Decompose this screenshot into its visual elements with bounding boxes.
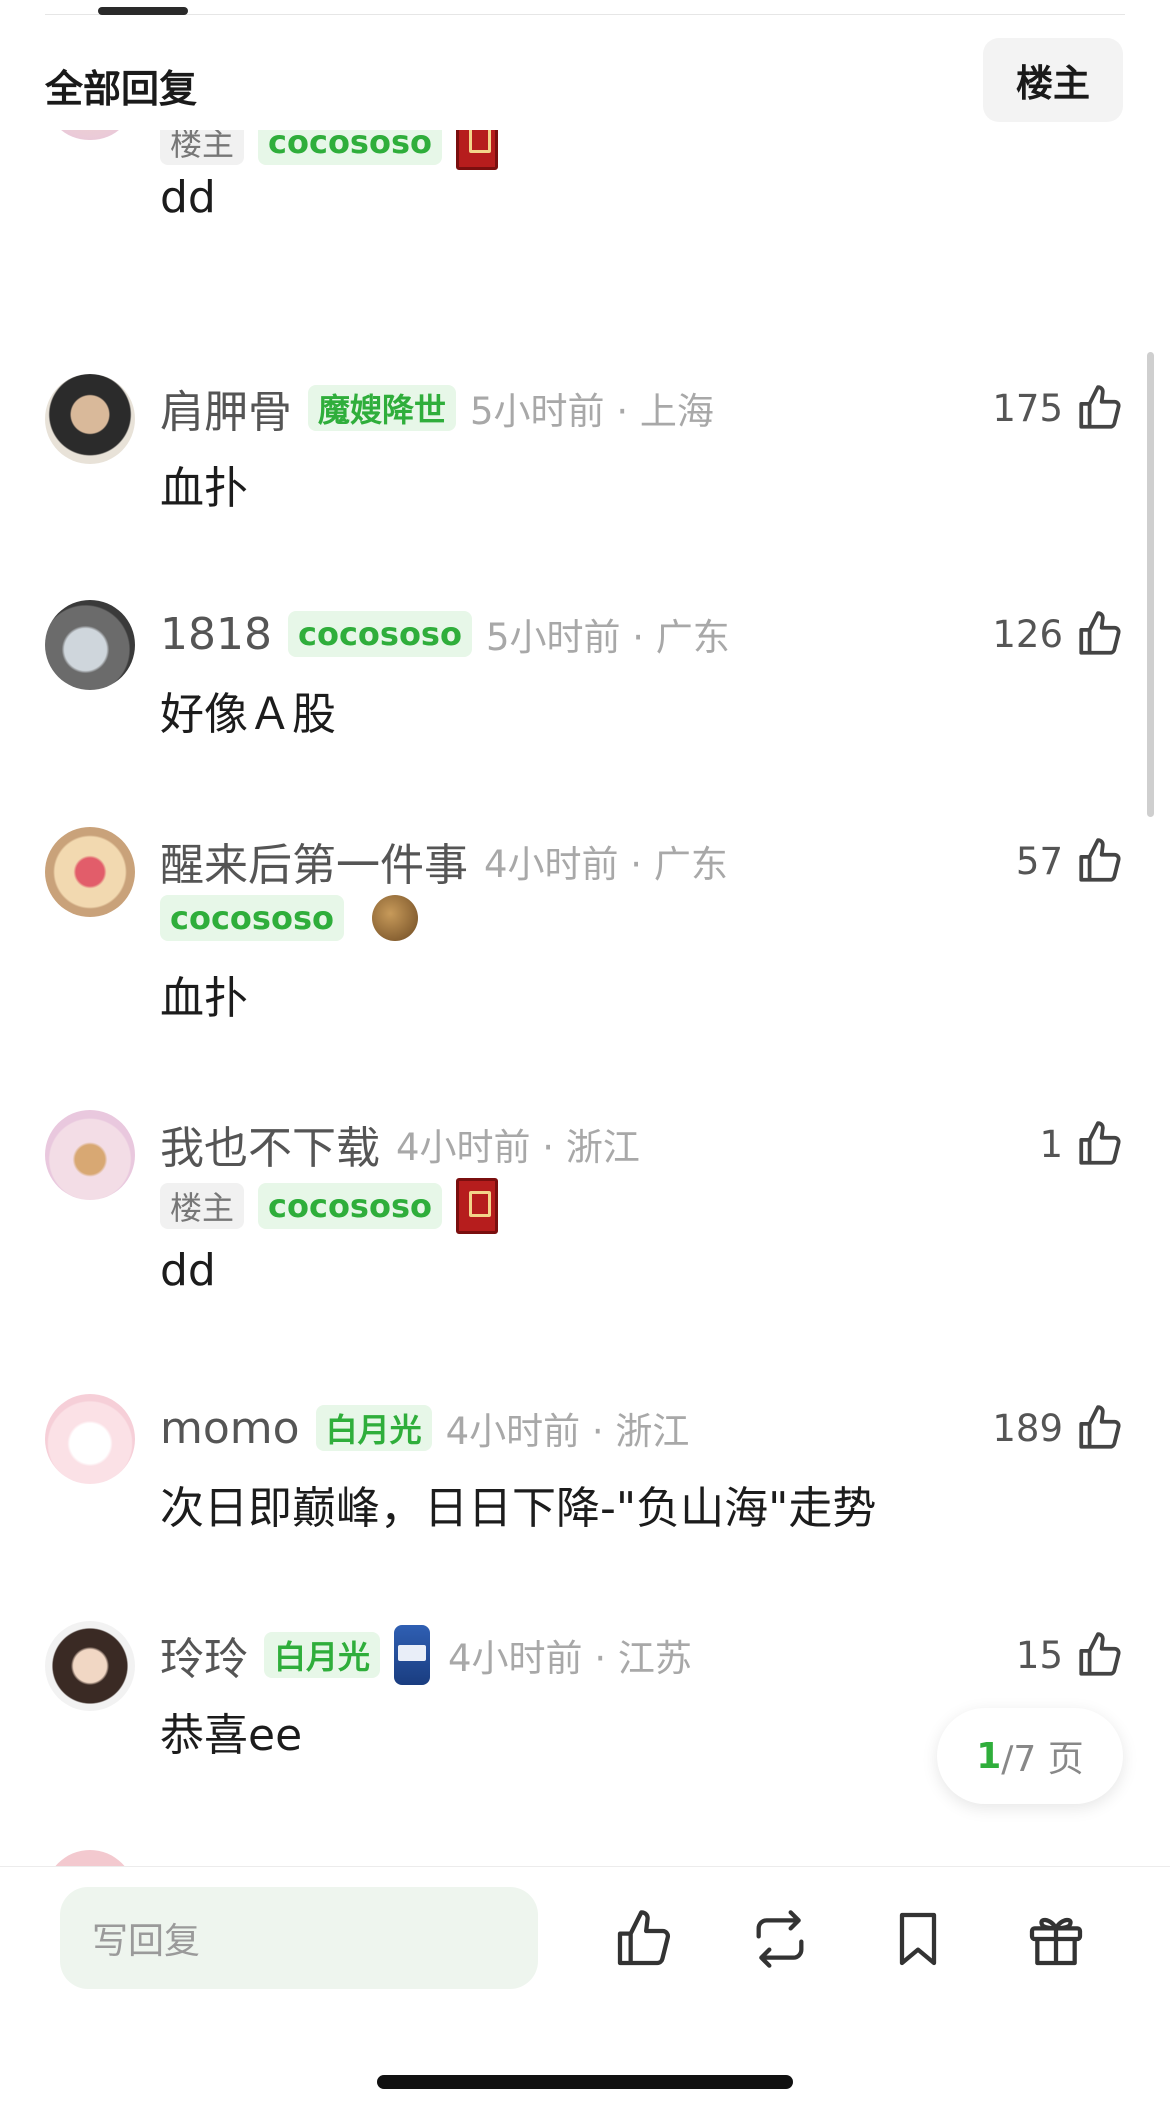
fan-tag: cocososo xyxy=(287,611,472,657)
page-indicator[interactable]: 1 /7 页 xyxy=(937,1708,1123,1804)
like-count: 1 xyxy=(1039,1122,1063,1166)
reply-list[interactable]: 楼主 cocososo dd 肩胛骨 魔嫂降世 5小时前 · 上海 175 血扑… xyxy=(0,0,1170,1868)
like-count: 189 xyxy=(992,1406,1063,1450)
list-item: 肩胛骨 魔嫂降世 5小时前 · 上海 175 血扑 xyxy=(0,374,1170,574)
comment-text: 次日即巅峰，日日下降-"负山海"走势 xyxy=(160,1483,877,1534)
nickname[interactable]: 我也不下载 xyxy=(160,1112,380,1176)
thumb-up-icon[interactable] xyxy=(1075,1403,1125,1453)
thumb-up-icon[interactable] xyxy=(1075,836,1125,886)
drink-badge-icon xyxy=(394,1625,431,1685)
timestamp-location: 4小时前 · 浙江 xyxy=(396,1126,640,1169)
comment-text: dd xyxy=(160,1245,216,1296)
repost-icon[interactable] xyxy=(748,1907,812,1971)
comment-text: 好像Ａ股 xyxy=(160,689,336,740)
avatar[interactable] xyxy=(45,374,135,464)
list-item: 我也不下载 4小时前 · 浙江 1 楼主 cocososo dd xyxy=(0,1110,1170,1350)
fan-tag: 魔嫂降世 xyxy=(308,385,457,431)
home-indicator xyxy=(377,2075,793,2089)
thumb-up-icon[interactable] xyxy=(1075,609,1125,659)
nickname[interactable]: momo xyxy=(160,1403,300,1454)
timestamp-location: 5小时前 · 广东 xyxy=(485,616,730,659)
thumb-up-icon[interactable] xyxy=(1075,1630,1125,1680)
timestamp-location: 4小时前 · 浙江 xyxy=(445,1410,690,1453)
like-control[interactable]: 1 xyxy=(1039,1116,1125,1172)
like-control[interactable]: 15 xyxy=(1016,1627,1125,1683)
red-badge-icon xyxy=(455,1178,498,1234)
list-item: 1818 cocososo 5小时前 · 广东 126 好像Ａ股 xyxy=(0,600,1170,800)
page-title: 全部回复 xyxy=(45,67,198,111)
thumb-up-icon[interactable] xyxy=(1075,1119,1125,1169)
list-item: momo 白月光 4小时前 · 浙江 189 次日即巅峰，日日下降-"负山海"走… xyxy=(0,1394,1170,1594)
current-page: 1 xyxy=(976,1735,1002,1777)
avatar[interactable] xyxy=(45,827,135,917)
comment-text: 恭喜ee xyxy=(160,1710,303,1761)
avatar[interactable] xyxy=(45,1621,135,1711)
timestamp-location: 4小时前 · 江苏 xyxy=(448,1637,692,1680)
like-count: 57 xyxy=(1015,839,1063,883)
avatar[interactable] xyxy=(45,1394,135,1484)
like-control[interactable]: 175 xyxy=(992,380,1125,436)
medal-icon xyxy=(371,895,418,941)
like-control[interactable]: 126 xyxy=(992,606,1125,662)
fan-tag: cocososo xyxy=(258,1183,442,1229)
like-count: 126 xyxy=(992,612,1063,656)
gift-icon[interactable] xyxy=(1024,1907,1088,1971)
thumb-up-icon[interactable] xyxy=(612,1907,676,1971)
list-item: 楼主 cocososo dd xyxy=(0,96,1170,332)
timestamp-location: 4小时前 · 广东 xyxy=(484,843,728,886)
nickname[interactable]: 1818 xyxy=(160,609,272,660)
like-control[interactable]: 57 xyxy=(1016,833,1125,889)
nickname[interactable]: 玲玲 xyxy=(160,1623,248,1687)
avatar[interactable] xyxy=(45,600,135,690)
comment-text: dd xyxy=(160,172,216,223)
fan-tag: 白月光 xyxy=(315,1405,432,1451)
comment-text: 血扑 xyxy=(160,463,248,514)
like-count: 15 xyxy=(1015,1633,1063,1677)
owner-only-button[interactable]: 楼主 xyxy=(983,38,1123,122)
reply-input[interactable]: 写回复 xyxy=(60,1887,538,1989)
avatar[interactable] xyxy=(45,1110,135,1200)
timestamp-location: 5小时前 · 上海 xyxy=(470,390,714,433)
nickname[interactable]: 醒来后第一件事 xyxy=(160,829,468,893)
nickname[interactable]: 肩胛骨 xyxy=(160,376,292,440)
comment-text: 血扑 xyxy=(160,973,248,1024)
total-pages: /7 页 xyxy=(1001,1739,1084,1780)
fan-tag: cocososo xyxy=(160,895,344,941)
fan-tag: 白月光 xyxy=(264,1632,381,1678)
like-control[interactable]: 189 xyxy=(992,1400,1125,1456)
owner-tag: 楼主 xyxy=(160,1183,245,1229)
list-item: 醒来后第一件事 4小时前 · 广东 57 cocososo 血扑 xyxy=(0,827,1170,1067)
bottom-toolbar: 写回复 xyxy=(0,1866,1170,2122)
scrollbar[interactable] xyxy=(1147,352,1154,817)
bookmark-icon[interactable] xyxy=(886,1907,950,1971)
like-count: 175 xyxy=(992,386,1063,430)
reply-header: 全部回复 楼主 xyxy=(0,30,1170,130)
thumb-up-icon[interactable] xyxy=(1075,383,1125,433)
